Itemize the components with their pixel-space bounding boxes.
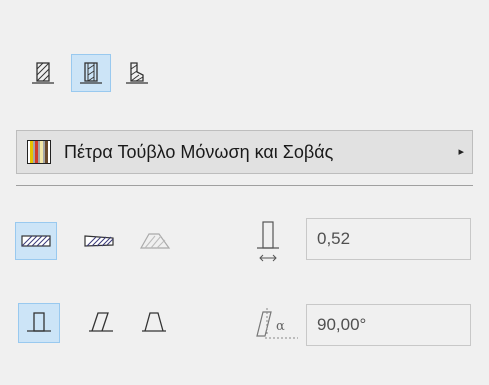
fill-trapezoid-icon [139, 233, 171, 249]
basic-structure-button[interactable] [26, 56, 60, 90]
thickness-icon [257, 221, 279, 262]
fill-both-faces-icon [21, 235, 51, 247]
thickness-field[interactable]: 0,52 [306, 218, 471, 260]
triangle-right-icon[interactable]: ▸ [458, 131, 464, 173]
composite-name: Πέτρα Τούβλο Μόνωση και Σοβάς [64, 142, 334, 162]
composite-selector[interactable]: Πέτρα Τούβλο Μόνωση και Σοβάς ▸ [16, 130, 473, 174]
trapezoid-wall-button[interactable] [134, 305, 174, 341]
angle-symbol: α [276, 319, 285, 334]
slanted-wall-icon [89, 312, 113, 332]
fill-slanted-icon [84, 235, 114, 247]
trapezoid-wall-icon [142, 312, 166, 332]
angle-field[interactable]: 90,00° [306, 304, 471, 346]
separator [16, 185, 473, 186]
fill-slanted-button[interactable] [78, 224, 120, 258]
straight-wall-button[interactable] [18, 303, 60, 343]
fill-trapezoid-button[interactable] [134, 222, 176, 260]
wall-settings-panel: Πέτρα Τούβλο Μόνωση και Σοβάς ▸ 0,52 α 9… [0, 0, 489, 385]
slanted-wall-button[interactable] [81, 305, 121, 341]
composite-structure-button[interactable] [71, 54, 111, 92]
fill-both-faces-button[interactable] [15, 222, 57, 260]
wall-angle-icon: α [256, 308, 298, 339]
straight-wall-icon [27, 312, 51, 332]
basic-structure-icon [32, 62, 54, 84]
profile-structure-button[interactable] [120, 56, 154, 90]
composite-swatch-icon [27, 140, 51, 164]
composite-structure-icon [80, 62, 102, 84]
profile-structure-icon [126, 62, 148, 84]
